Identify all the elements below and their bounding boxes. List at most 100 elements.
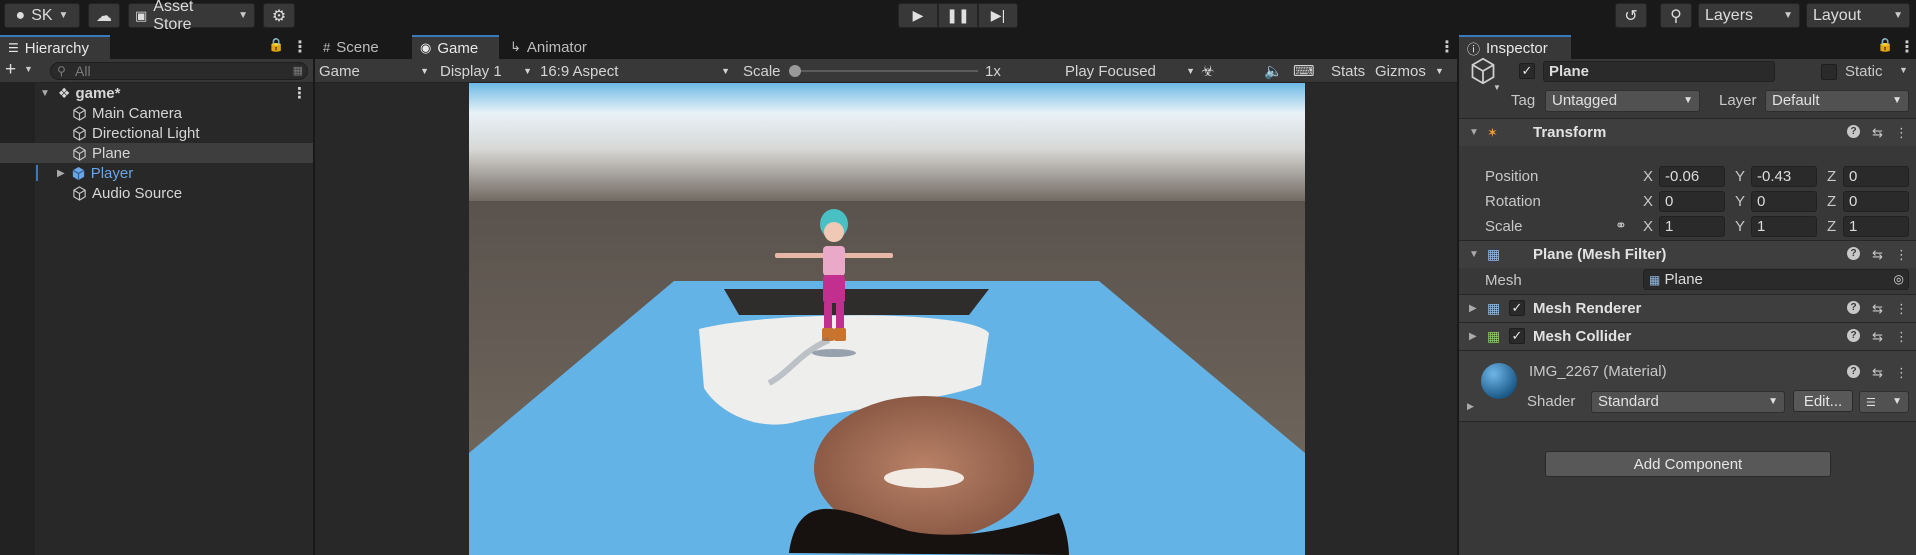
tab-game[interactable]: ◉ Game	[412, 35, 499, 59]
scale-slider-handle[interactable]	[789, 65, 801, 77]
scale-x-field[interactable]: 1	[1659, 216, 1725, 237]
stats-button[interactable]: Stats	[1331, 59, 1365, 83]
mesh-filter-header[interactable]: ▼ ▦ Plane (Mesh Filter) ? ⇆ ⋮	[1459, 240, 1916, 268]
scale-y-field[interactable]: 1	[1751, 216, 1817, 237]
chevron-down-icon[interactable]: ▼	[24, 64, 33, 74]
audio-icon[interactable]: 🔈	[1264, 59, 1283, 83]
mesh-collider-header[interactable]: ▶ ▦ ✓ Mesh Collider ? ⇆ ⋮	[1459, 322, 1916, 350]
mesh-renderer-header[interactable]: ▶ ▦ ✓ Mesh Renderer ? ⇆ ⋮	[1459, 294, 1916, 322]
kebab-menu-icon[interactable]: ⋮	[1899, 37, 1915, 57]
add-icon[interactable]: +	[5, 59, 16, 81]
scale-slider-track[interactable]	[790, 70, 978, 72]
gizmos-button[interactable]: Gizmos	[1375, 59, 1426, 83]
game-viewport[interactable]	[469, 83, 1305, 555]
preset-icon[interactable]: ⇆	[1872, 247, 1883, 263]
object-picker-icon[interactable]: ◎	[1894, 270, 1904, 289]
active-checkbox[interactable]: ✓	[1519, 63, 1535, 79]
tab-scene[interactable]: # Scene	[315, 35, 411, 59]
layer-dropdown[interactable]: Default ▼	[1765, 90, 1909, 112]
filter-icon[interactable]: ▦	[293, 63, 303, 79]
hierarchy-item-audio-source[interactable]: Audio Source	[0, 183, 313, 203]
position-x-field[interactable]: -0.06	[1659, 166, 1725, 187]
transform-header[interactable]: ▼ ✶ Transform ? ⇆ ⋮	[1459, 118, 1916, 146]
asset-store-dropdown[interactable]: ▣ Asset Store ▼	[128, 0, 255, 33]
search-input[interactable]: ⚲ All ▦	[50, 62, 308, 80]
expand-triangle-icon[interactable]: ▼	[1469, 249, 1479, 260]
unity-scene-icon: ❖	[57, 84, 71, 101]
hierarchy-item-directional-light[interactable]: Directional Light	[0, 123, 313, 143]
keyboard-icon[interactable]: ⌨	[1293, 59, 1315, 83]
play-mode-dropdown[interactable]: Play Focused ▼	[1065, 59, 1195, 83]
mesh-collider-enabled-checkbox[interactable]: ✓	[1509, 328, 1525, 344]
history-button[interactable]: ↺	[1615, 3, 1647, 28]
rotation-y-field[interactable]: 0	[1751, 191, 1817, 212]
object-name-field[interactable]: Plane	[1543, 61, 1775, 82]
bug-icon[interactable]: ☣	[1201, 59, 1214, 83]
kebab-menu-icon[interactable]: ⋮	[292, 84, 307, 102]
tab-animator[interactable]: ↳ Animator	[502, 35, 602, 59]
aspect-dropdown[interactable]: 16:9 Aspect ▼	[540, 59, 730, 83]
chevron-down-icon[interactable]: ▼	[1435, 59, 1444, 83]
display-mode-dropdown[interactable]: Game ▼	[319, 59, 429, 83]
help-icon[interactable]: ?	[1847, 124, 1861, 138]
mesh-object-field[interactable]: ▦ Plane ◎	[1643, 269, 1909, 290]
kebab-menu-icon[interactable]: ⋮	[1895, 301, 1908, 317]
lock-icon[interactable]: 🔒	[1877, 37, 1893, 53]
pause-button[interactable]: ❚❚	[938, 3, 978, 28]
kebab-menu-icon[interactable]: ⋮	[1895, 247, 1908, 263]
play-button[interactable]: ▶	[898, 3, 938, 28]
help-icon[interactable]: ?	[1847, 300, 1861, 314]
kebab-menu-icon[interactable]: ⋮	[1895, 365, 1908, 381]
preset-icon[interactable]: ⇆	[1872, 301, 1883, 317]
collapsed-triangle-icon[interactable]: ▶	[1469, 303, 1477, 314]
package-button[interactable]: ⚙	[263, 3, 295, 28]
mesh-collider-icon: ▦	[1487, 328, 1501, 344]
chevron-down-icon[interactable]: ▼	[1493, 83, 1501, 92]
position-z-field[interactable]: 0	[1843, 166, 1909, 187]
tag-dropdown[interactable]: Untagged ▼	[1545, 90, 1700, 112]
help-icon[interactable]: ?	[1847, 365, 1861, 378]
shader-edit-button[interactable]: Edit...	[1793, 390, 1853, 412]
layout-dropdown[interactable]: Layout ▼	[1806, 3, 1910, 28]
scale-z-field[interactable]: 1	[1843, 216, 1909, 237]
help-icon[interactable]: ?	[1847, 246, 1861, 260]
expand-triangle-icon[interactable]: ▶	[57, 168, 65, 179]
hierarchy-item-plane[interactable]: Plane	[0, 143, 313, 163]
kebab-menu-icon[interactable]: ⋮	[1439, 37, 1455, 57]
kebab-menu-icon[interactable]: ⋮	[1895, 329, 1908, 345]
kebab-menu-icon[interactable]: ⋮	[1895, 125, 1908, 141]
account-dropdown[interactable]: ● SK ▼	[4, 3, 80, 28]
expand-triangle-icon[interactable]: ▼	[1469, 127, 1479, 138]
lock-icon[interactable]: 🔒	[268, 37, 284, 53]
shader-dropdown[interactable]: Standard ▼	[1591, 391, 1785, 413]
layers-dropdown[interactable]: Layers ▼	[1698, 3, 1800, 28]
chevron-down-icon: ▼	[1892, 396, 1902, 407]
step-button[interactable]: ▶|	[978, 3, 1018, 28]
display-dropdown[interactable]: Display 1 ▼	[440, 59, 532, 83]
mesh-renderer-enabled-checkbox[interactable]: ✓	[1509, 300, 1525, 316]
link-icon[interactable]: ⚭	[1615, 217, 1627, 234]
hierarchy-item-player[interactable]: ▶ Player	[0, 163, 313, 183]
cloud-button[interactable]: ☁	[88, 3, 120, 28]
position-y-field[interactable]: -0.43	[1751, 166, 1817, 187]
collapsed-triangle-icon[interactable]: ▶	[1469, 331, 1477, 342]
static-checkbox[interactable]	[1821, 64, 1837, 80]
help-icon[interactable]: ?	[1847, 328, 1861, 342]
add-component-button[interactable]: Add Component	[1545, 451, 1831, 477]
tab-inspector[interactable]: ⓘ Inspector	[1459, 35, 1571, 59]
search-button[interactable]: ⚲	[1660, 3, 1692, 28]
scene-row[interactable]: ▼ ❖ game* ⋮	[0, 83, 313, 103]
tab-hierarchy[interactable]: ☰ Hierarchy	[0, 35, 110, 59]
shader-options-dropdown[interactable]: ☰ ▼	[1859, 391, 1909, 413]
collapsed-triangle-icon[interactable]: ▶	[1467, 401, 1474, 412]
expand-triangle-icon[interactable]: ▼	[40, 88, 50, 99]
hierarchy-item-main-camera[interactable]: Main Camera	[0, 103, 313, 123]
chevron-down-icon[interactable]: ▼	[1899, 65, 1908, 75]
preset-icon[interactable]: ⇆	[1872, 125, 1883, 141]
rotation-x-field[interactable]: 0	[1659, 191, 1725, 212]
rotation-z-field[interactable]: 0	[1843, 191, 1909, 212]
kebab-menu-icon[interactable]: ⋮	[292, 37, 308, 57]
preset-icon[interactable]: ⇆	[1872, 365, 1883, 381]
preset-icon[interactable]: ⇆	[1872, 329, 1883, 345]
material-preview-sphere[interactable]	[1481, 363, 1517, 399]
